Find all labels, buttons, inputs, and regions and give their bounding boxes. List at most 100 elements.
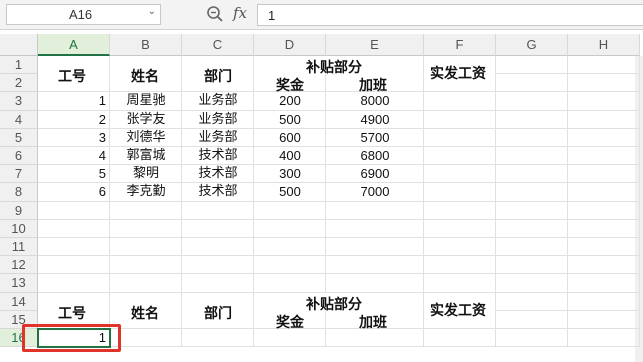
cell-b10[interactable] — [110, 219, 182, 238]
cell-g12[interactable] — [496, 256, 568, 275]
cell-g16[interactable] — [496, 329, 568, 348]
cell-b12[interactable] — [110, 256, 182, 275]
cell-b13[interactable] — [110, 274, 182, 293]
cell-h3[interactable] — [568, 92, 640, 111]
formula-input[interactable]: 1 — [257, 4, 643, 26]
row-header-5[interactable]: 5 — [0, 128, 38, 147]
cell-g10[interactable] — [496, 219, 568, 238]
cell-c10[interactable] — [182, 219, 254, 238]
cell-g4[interactable] — [496, 110, 568, 129]
spreadsheet-grid[interactable]: A B C D E F G H 1 2 3 4 5 6 7 8 9 10 11 12 13 14 15 16 工号 姓名 部门 补贴部… — [0, 34, 643, 362]
cell-f6[interactable] — [424, 147, 496, 166]
cell-f10[interactable] — [424, 219, 496, 238]
cell-h2[interactable] — [568, 74, 640, 93]
zoom-icon[interactable] — [206, 5, 224, 23]
cell-g9[interactable] — [496, 201, 568, 220]
cell-h5[interactable] — [568, 128, 640, 147]
cell-f12[interactable] — [424, 256, 496, 275]
row-header-7[interactable]: 7 — [0, 165, 38, 184]
cell-f9[interactable] — [424, 201, 496, 220]
cell-h11[interactable] — [568, 238, 640, 257]
cell-b11[interactable] — [110, 238, 182, 257]
column-header-b[interactable]: B — [110, 34, 182, 56]
cell-e10[interactable] — [326, 219, 424, 238]
cell-e13[interactable] — [326, 274, 424, 293]
cell-g14[interactable] — [496, 292, 568, 311]
cell-a10[interactable] — [38, 219, 110, 238]
cell-g11[interactable] — [496, 238, 568, 257]
cell-h4[interactable] — [568, 110, 640, 129]
column-header-e[interactable]: E — [326, 34, 424, 56]
cell-g3[interactable] — [496, 92, 568, 111]
cell-h9[interactable] — [568, 201, 640, 220]
cell-b9[interactable] — [110, 201, 182, 220]
select-all-corner[interactable] — [0, 34, 38, 56]
cell-g13[interactable] — [496, 274, 568, 293]
cell-d13[interactable] — [254, 274, 326, 293]
table1-overtime-3: 5700 — [360, 129, 390, 145]
cell-f4[interactable] — [424, 110, 496, 129]
chevron-down-icon[interactable]: ⌄ — [148, 6, 156, 17]
column-header-g[interactable]: G — [496, 34, 568, 56]
cell-h12[interactable] — [568, 256, 640, 275]
cell-g7[interactable] — [496, 165, 568, 184]
cell-f13[interactable] — [424, 274, 496, 293]
cell-g5[interactable] — [496, 128, 568, 147]
cell-a9[interactable] — [38, 201, 110, 220]
row-header-13[interactable]: 13 — [0, 274, 38, 293]
cell-g8[interactable] — [496, 183, 568, 202]
cell-d11[interactable] — [254, 238, 326, 257]
cell-c12[interactable] — [182, 256, 254, 275]
name-box[interactable]: A16 ⌄ — [6, 4, 161, 25]
cell-f16[interactable] — [424, 329, 496, 348]
cell-e11[interactable] — [326, 238, 424, 257]
cell-c16[interactable] — [182, 329, 254, 348]
cell-d10[interactable] — [254, 219, 326, 238]
column-header-a[interactable]: A — [38, 34, 110, 56]
cell-h13[interactable] — [568, 274, 640, 293]
cell-g6[interactable] — [496, 147, 568, 166]
cell-h15[interactable] — [568, 310, 640, 329]
row-header-14[interactable]: 14 — [0, 292, 38, 311]
cell-c9[interactable] — [182, 201, 254, 220]
row-header-8[interactable]: 8 — [0, 183, 38, 202]
cell-e9[interactable] — [326, 201, 424, 220]
column-header-f[interactable]: F — [424, 34, 496, 56]
cell-f11[interactable] — [424, 238, 496, 257]
column-header-c[interactable]: C — [182, 34, 254, 56]
row-header-10[interactable]: 10 — [0, 219, 38, 238]
cell-h1[interactable] — [568, 56, 640, 75]
cell-f5[interactable] — [424, 128, 496, 147]
row-header-11[interactable]: 11 — [0, 238, 38, 257]
cell-f7[interactable] — [424, 165, 496, 184]
cell-c11[interactable] — [182, 238, 254, 257]
column-header-d[interactable]: D — [254, 34, 326, 56]
cell-g15[interactable] — [496, 310, 568, 329]
cell-d12[interactable] — [254, 256, 326, 275]
column-header-h[interactable]: H — [568, 34, 640, 56]
cell-f8[interactable] — [424, 183, 496, 202]
cell-h8[interactable] — [568, 183, 640, 202]
cell-a11[interactable] — [38, 238, 110, 257]
cell-c13[interactable] — [182, 274, 254, 293]
row-header-9[interactable]: 9 — [0, 201, 38, 220]
cell-g2[interactable] — [496, 74, 568, 93]
row-header-12[interactable]: 12 — [0, 256, 38, 275]
row-header-2[interactable]: 2 — [0, 74, 38, 93]
cell-d9[interactable] — [254, 201, 326, 220]
cell-h6[interactable] — [568, 147, 640, 166]
row-header-4[interactable]: 4 — [0, 110, 38, 129]
cell-a12[interactable] — [38, 256, 110, 275]
cell-a13[interactable] — [38, 274, 110, 293]
row-header-6[interactable]: 6 — [0, 147, 38, 166]
cell-f3[interactable] — [424, 92, 496, 111]
row-header-3[interactable]: 3 — [0, 92, 38, 111]
cell-h14[interactable] — [568, 292, 640, 311]
cell-g1[interactable] — [496, 56, 568, 75]
cell-e12[interactable] — [326, 256, 424, 275]
fx-icon[interactable]: fx — [233, 4, 247, 22]
cell-h16[interactable] — [568, 329, 640, 348]
cell-h10[interactable] — [568, 219, 640, 238]
cell-h7[interactable] — [568, 165, 640, 184]
row-header-1[interactable]: 1 — [0, 56, 38, 75]
